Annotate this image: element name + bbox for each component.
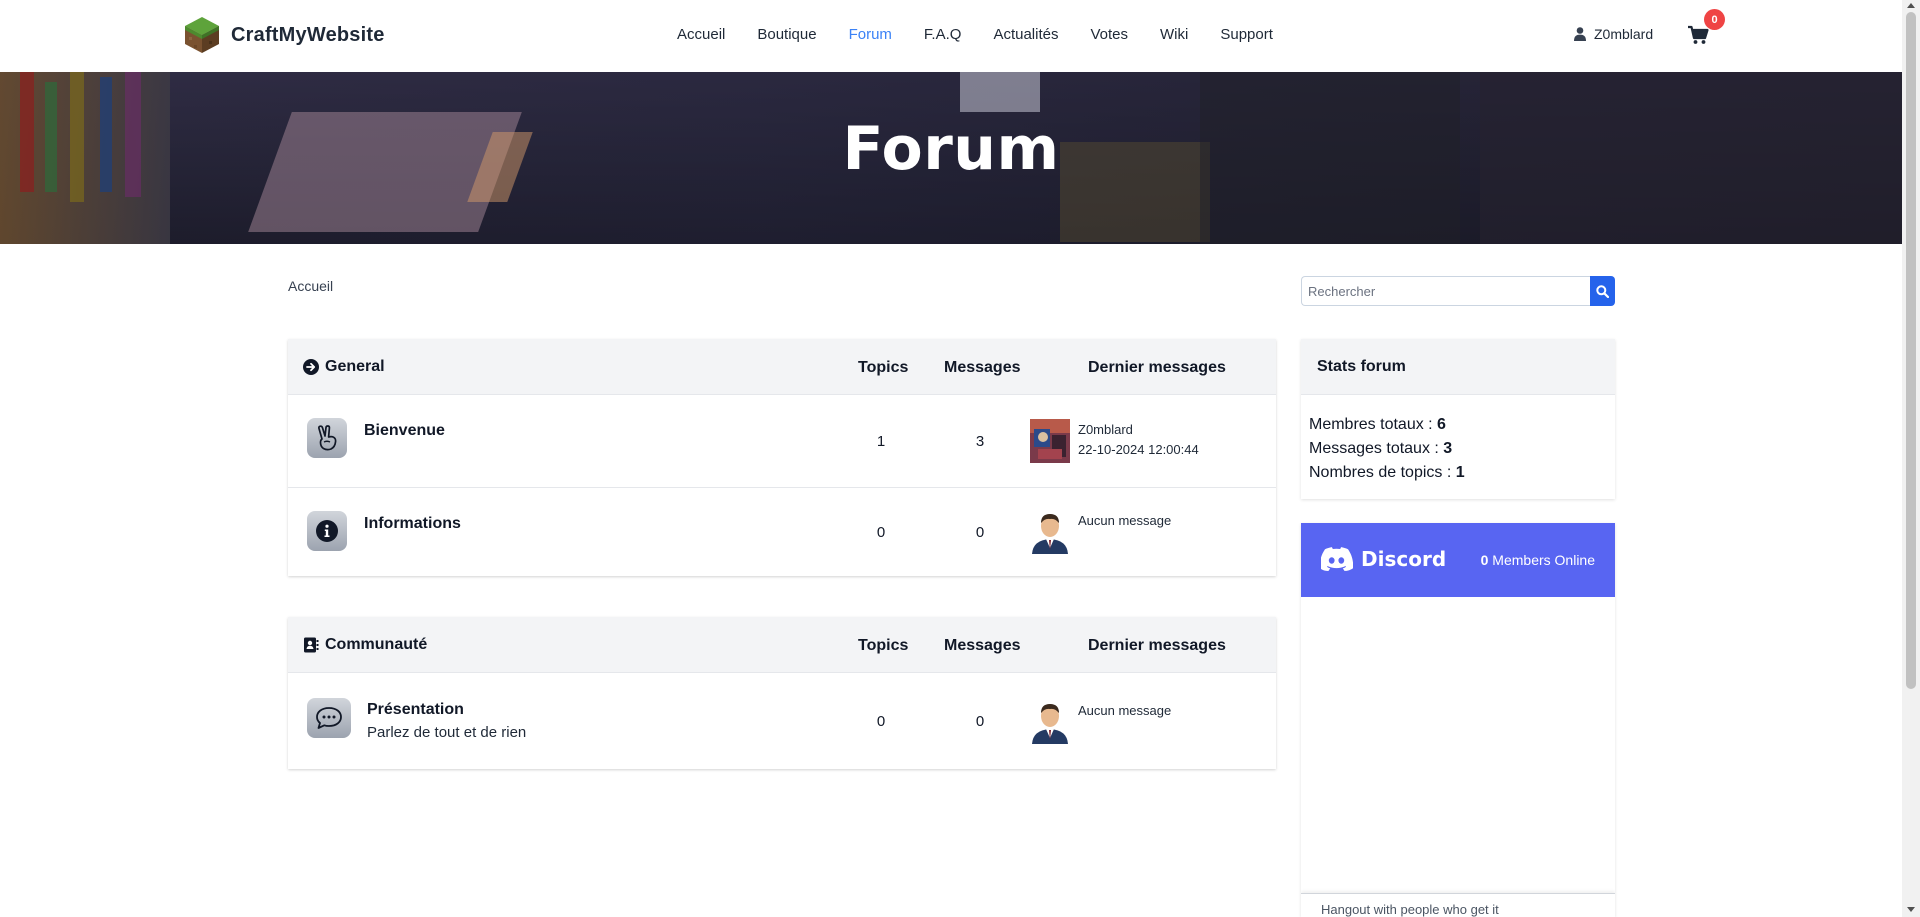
category-name: Communauté — [325, 636, 428, 653]
forum-messages-count: 3 — [975, 433, 985, 450]
column-topics: Topics — [858, 637, 909, 654]
brand-name: CraftMyWebsite — [231, 23, 385, 46]
nav-accueil[interactable]: Accueil — [677, 26, 725, 43]
last-message-author[interactable]: Z0mblard — [1078, 420, 1199, 440]
nav-wiki[interactable]: Wiki — [1160, 26, 1188, 43]
stat-topics: Nombres de topics : 1 — [1309, 464, 1465, 481]
hand-peace-icon — [318, 425, 337, 451]
last-message-empty: Aucun message — [1078, 513, 1172, 528]
user-icon — [1574, 27, 1586, 41]
forum-category-general: General Topics Messages Dernier messages… — [288, 339, 1276, 576]
last-message-date: 22-10-2024 12:00:44 — [1078, 442, 1199, 457]
forum-topics-count: 1 — [876, 433, 886, 450]
stat-messages: Messages totaux : 3 — [1309, 440, 1453, 457]
forum-row[interactable]: Informations 0 0 Aucun message — [288, 488, 1276, 576]
default-avatar — [1032, 514, 1068, 554]
category-header: General Topics Messages Dernier messages — [288, 339, 1276, 395]
forum-name[interactable]: Présentation — [367, 701, 464, 719]
column-last-messages: Dernier messages — [1088, 637, 1226, 654]
category-title: Communauté — [303, 636, 427, 654]
nav-boutique[interactable]: Boutique — [757, 26, 816, 43]
scroll-thumb[interactable] — [1906, 12, 1916, 689]
username: Z0mblard — [1594, 26, 1654, 42]
default-avatar — [1032, 704, 1068, 744]
column-topics: Topics — [858, 359, 909, 376]
discord-header: Discord 0 Members Online — [1301, 523, 1615, 597]
stats-title: Stats forum — [1301, 339, 1615, 395]
forum-name[interactable]: Bienvenue — [364, 422, 445, 440]
shopping-cart-icon[interactable] — [1687, 24, 1709, 46]
category-title: General — [303, 358, 385, 376]
forum-icon — [307, 698, 351, 738]
category-name: General — [325, 358, 385, 375]
scroll-up-arrow[interactable] — [1907, 3, 1915, 8]
forum-row[interactable]: Bienvenue 1 3 Z0mblard 22-10-2024 12:00:… — [288, 395, 1276, 488]
comment-dots-icon — [316, 707, 342, 729]
forum-category-communaute: Communauté Topics Messages Dernier messa… — [288, 617, 1276, 769]
forum-messages-count: 0 — [975, 524, 985, 541]
discord-widget: Discord 0 Members Online Hangout with pe… — [1301, 523, 1615, 917]
forum-topics-count: 0 — [876, 524, 886, 541]
forum-description: Parlez de tout et de rien — [367, 724, 527, 741]
column-last-messages: Dernier messages — [1088, 359, 1226, 376]
category-header: Communauté Topics Messages Dernier messa… — [288, 617, 1276, 673]
user-avatar[interactable] — [1030, 419, 1070, 463]
address-book-icon — [304, 637, 319, 653]
search-icon — [1596, 284, 1609, 298]
scroll-down-arrow[interactable] — [1907, 907, 1915, 912]
search-button[interactable] — [1590, 276, 1615, 306]
grass-block-icon — [185, 17, 219, 53]
forum-name[interactable]: Informations — [364, 515, 461, 533]
breadcrumb[interactable]: Accueil — [288, 278, 333, 294]
discord-members-online: 0 Members Online — [1480, 552, 1595, 568]
main-nav: Accueil Boutique Forum F.A.Q Actualités … — [677, 26, 1305, 43]
forum-icon — [307, 511, 347, 551]
brand-logo[interactable]: CraftMyWebsite — [185, 17, 385, 53]
stats-body: Membres totaux : 6 Messages totaux : 3 N… — [1301, 395, 1615, 503]
discord-brand[interactable]: Discord — [1321, 547, 1446, 571]
info-circle-icon — [316, 520, 338, 542]
discord-icon — [1321, 547, 1353, 571]
discord-footer: Hangout with people who get it — [1301, 893, 1615, 917]
nav-faq[interactable]: F.A.Q — [924, 26, 962, 43]
page-scrollbar[interactable] — [1902, 0, 1920, 917]
cart-count-badge: 0 — [1704, 9, 1725, 30]
nav-votes[interactable]: Votes — [1090, 26, 1128, 43]
discord-name: Discord — [1361, 547, 1447, 571]
search-input[interactable] — [1301, 276, 1590, 306]
forum-messages-count: 0 — [975, 713, 985, 730]
hero-banner: Forum — [0, 72, 1902, 244]
last-message-info: Z0mblard 22-10-2024 12:00:44 — [1078, 420, 1199, 460]
forum-icon — [307, 418, 347, 458]
column-messages: Messages — [944, 637, 1021, 654]
forum-topics-count: 0 — [876, 713, 886, 730]
user-menu[interactable]: Z0mblard — [1574, 26, 1653, 42]
column-messages: Messages — [944, 359, 1021, 376]
site-header: CraftMyWebsite Accueil Boutique Forum F.… — [0, 0, 1902, 72]
forum-search — [1301, 276, 1615, 306]
nav-support[interactable]: Support — [1220, 26, 1273, 43]
forum-stats-card: Stats forum Membres totaux : 6 Messages … — [1301, 339, 1615, 499]
stat-members: Membres totaux : 6 — [1309, 416, 1446, 433]
nav-forum[interactable]: Forum — [849, 26, 892, 43]
last-message-empty: Aucun message — [1078, 703, 1172, 718]
nav-actualites[interactable]: Actualités — [993, 26, 1058, 43]
page-title: Forum — [842, 114, 1060, 184]
forum-row[interactable]: Présentation Parlez de tout et de rien 0… — [288, 673, 1276, 769]
arrow-circle-right-icon — [303, 359, 319, 375]
